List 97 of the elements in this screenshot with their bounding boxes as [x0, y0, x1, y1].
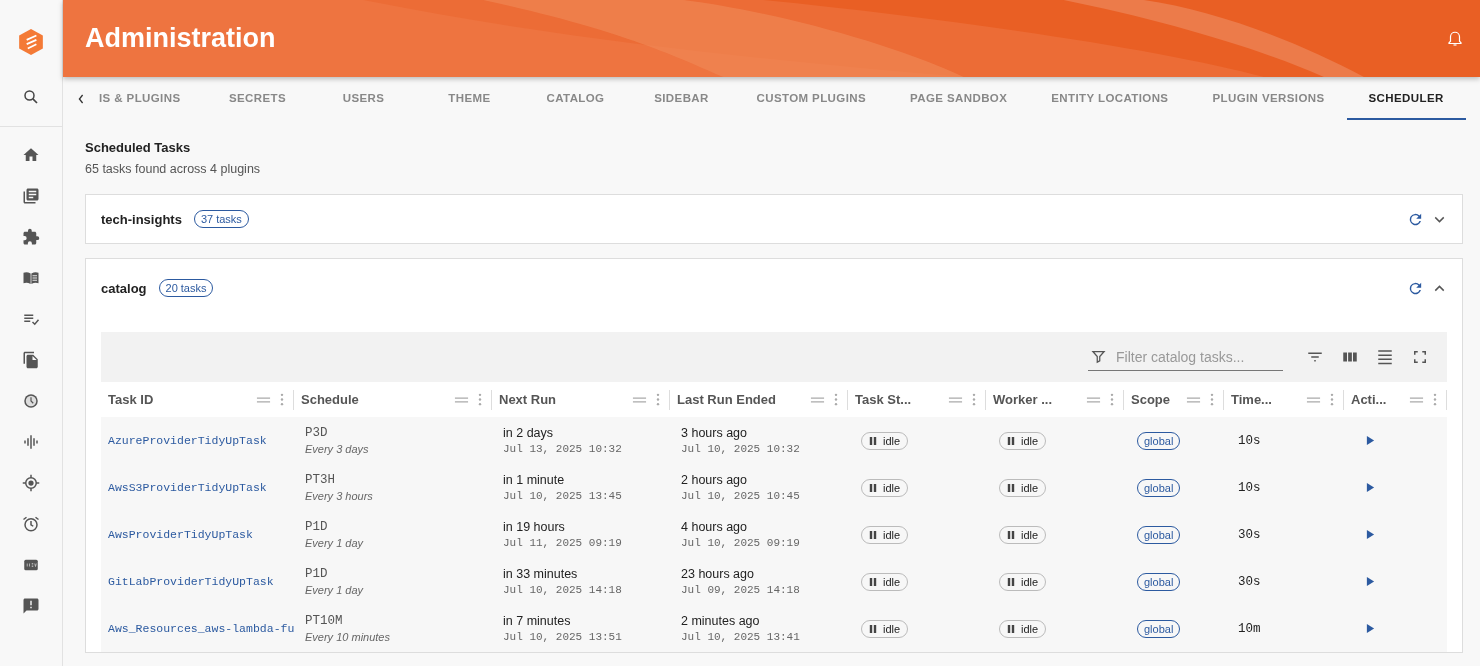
column-header[interactable]: Worker ...	[993, 392, 1086, 407]
page-title: Administration	[85, 23, 277, 54]
column-header[interactable]: Task St...	[855, 392, 948, 407]
timeout-value: 30s	[1238, 574, 1261, 589]
tab[interactable]: CATALOG	[522, 77, 629, 120]
play-icon[interactable]	[1366, 623, 1375, 634]
schedule-code: P1D	[305, 567, 328, 581]
schedule-text: Every 1 day	[305, 584, 364, 596]
notification-bell-icon[interactable]	[1446, 29, 1464, 48]
last-run-date: Jul 09, 2025 14:18	[681, 584, 800, 596]
play-icon[interactable]	[1366, 576, 1375, 587]
fullscreen-icon[interactable]	[1411, 348, 1429, 366]
schedule-code: PT10M	[305, 614, 343, 628]
next-run-date: Jul 13, 2025 10:32	[503, 443, 622, 455]
play-icon[interactable]	[1366, 435, 1375, 446]
next-run-date: Jul 10, 2025 13:51	[503, 631, 622, 643]
pause-icon	[1007, 529, 1015, 540]
scroll-left-icon[interactable]	[77, 92, 85, 105]
drag-handle-icon[interactable]	[1306, 395, 1321, 404]
last-run-text: 2 minutes ago	[681, 614, 760, 628]
drag-handle-icon[interactable]	[1409, 395, 1424, 404]
schedule-text: Every 3 hours	[305, 490, 373, 502]
pause-icon	[869, 529, 877, 540]
next-run-text: in 2 days	[503, 426, 554, 440]
column-header[interactable]: Scope	[1131, 392, 1186, 407]
next-run-date: Jul 11, 2025 09:19	[503, 537, 622, 549]
next-run-text: in 7 minutes	[503, 614, 571, 628]
filter-field[interactable]: Filter catalog tasks...	[1088, 343, 1283, 371]
alarm-icon[interactable]	[22, 514, 40, 533]
next-run-text: in 19 hours	[503, 520, 565, 534]
next-run-date: Jul 10, 2025 13:45	[503, 490, 622, 502]
target-icon[interactable]	[22, 473, 40, 492]
pause-icon	[1007, 482, 1015, 493]
drag-handle-icon[interactable]	[1186, 395, 1201, 404]
last-run-date: Jul 10, 2025 10:32	[681, 443, 800, 455]
column-header[interactable]: Schedule	[301, 392, 454, 407]
last-run-text: 3 hours ago	[681, 426, 748, 440]
pause-icon	[869, 482, 877, 493]
schedule-code: P3D	[305, 426, 328, 440]
pause-icon	[869, 435, 877, 446]
density-icon[interactable]	[1376, 348, 1394, 366]
schedule-text: Every 1 day	[305, 537, 364, 549]
drag-handle-icon[interactable]	[1086, 395, 1101, 404]
last-run-text: 2 hours ago	[681, 473, 748, 487]
schedule-code: PT3H	[305, 473, 335, 487]
last-run-date: Jul 10, 2025 13:41	[681, 631, 800, 643]
play-icon[interactable]	[1366, 529, 1375, 540]
waveform-icon[interactable]	[22, 432, 40, 451]
last-run-text: 4 hours ago	[681, 520, 748, 534]
drag-handle-icon[interactable]	[454, 395, 469, 404]
last-run-date: Jul 10, 2025 09:19	[681, 537, 800, 549]
next-run-date: Jul 10, 2025 14:18	[503, 584, 622, 596]
puzzle-icon[interactable]	[22, 227, 40, 246]
plugin-name: catalog	[101, 280, 147, 296]
pause-icon	[869, 576, 877, 587]
clock-icon[interactable]	[22, 391, 40, 410]
tab[interactable]: SCHEDULER	[1346, 77, 1466, 120]
column-header[interactable]: Last Run Ended	[677, 392, 810, 407]
documents-icon[interactable]	[22, 350, 40, 369]
column-header[interactable]: Acti...	[1351, 392, 1409, 407]
logo-icon[interactable]	[18, 28, 44, 56]
task-id-link[interactable]: GitLabProviderTidyUpTask	[108, 575, 274, 588]
pause-icon	[869, 623, 877, 634]
filter-icon	[1091, 349, 1106, 364]
timeout-value: 10m	[1238, 621, 1261, 636]
last-run-date: Jul 10, 2025 10:45	[681, 490, 800, 502]
plugin-name: tech-insights	[101, 211, 182, 227]
play-icon[interactable]	[1366, 482, 1375, 493]
next-run-text: in 1 minute	[503, 473, 565, 487]
task-id-link[interactable]: Aws_Resources_aws-lambda-fu	[108, 622, 295, 635]
drag-handle-icon[interactable]	[948, 395, 963, 404]
column-header[interactable]: Time...	[1231, 392, 1306, 407]
drag-handle-icon[interactable]	[810, 395, 825, 404]
schedule-text: Every 3 days	[305, 443, 369, 455]
timeout-value: 10s	[1238, 480, 1261, 495]
task-id-link[interactable]: AwsS3ProviderTidyUpTask	[108, 481, 267, 494]
search-icon[interactable]	[22, 87, 40, 106]
timeout-value: 30s	[1238, 527, 1261, 542]
pause-icon	[1007, 435, 1015, 446]
pause-icon	[1007, 576, 1015, 587]
section-title: Scheduled Tasks	[85, 140, 192, 155]
schedule-text: Every 10 minutes	[305, 631, 390, 643]
timeout-value: 10s	[1238, 433, 1261, 448]
feedback-icon[interactable]	[22, 596, 40, 615]
task-id-link[interactable]: AzureProviderTidyUpTask	[108, 434, 267, 447]
next-run-text: in 33 minutes	[503, 567, 578, 581]
task-id-link[interactable]: AwsProviderTidyUpTask	[108, 528, 253, 541]
tab[interactable]: PAGE SANDBOX	[888, 77, 1030, 120]
last-run-text: 23 hours ago	[681, 567, 754, 581]
library-icon[interactable]	[22, 186, 40, 205]
column-header[interactable]: Task ID	[108, 392, 256, 407]
drag-handle-icon[interactable]	[632, 395, 647, 404]
pause-icon	[1007, 623, 1015, 634]
column-header[interactable]: Next Run	[499, 392, 632, 407]
section-subtitle: 65 tasks found across 4 plugins	[85, 162, 262, 176]
drag-handle-icon[interactable]	[256, 395, 271, 404]
schedule-code: P1D	[305, 520, 328, 534]
